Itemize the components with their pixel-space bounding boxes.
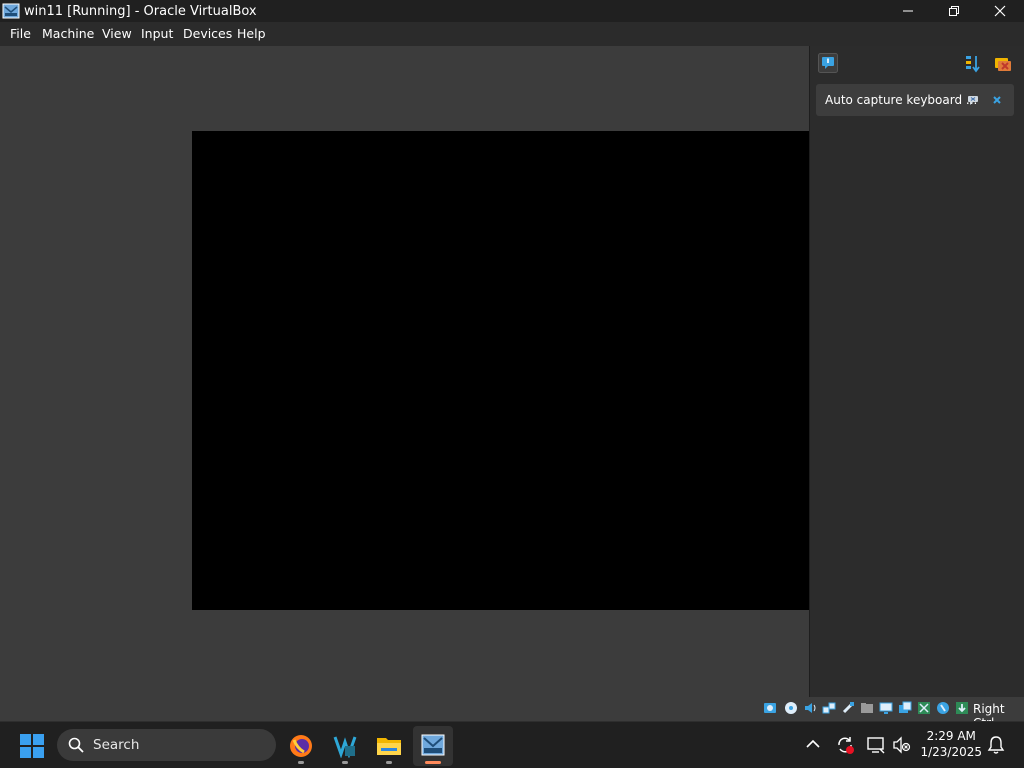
network-display-icon[interactable] xyxy=(866,735,886,755)
mouse-integration-icon[interactable] xyxy=(936,701,950,715)
restore-icon xyxy=(949,6,959,16)
search-icon xyxy=(68,737,84,753)
taskbar-app-virtualbox[interactable] xyxy=(413,726,453,766)
windows-taskbar: Search 2:29 AM 1/23/2025 xyxy=(0,721,1024,768)
network-icon[interactable] xyxy=(822,701,836,715)
shared-folders-icon[interactable] xyxy=(860,701,874,715)
system-clock[interactable]: 2:29 AM 1/23/2025 xyxy=(920,728,982,760)
firefox-icon xyxy=(290,735,312,757)
usb-icon[interactable] xyxy=(841,701,855,715)
keyboard-capture-icon[interactable] xyxy=(955,701,969,715)
audio-icon[interactable] xyxy=(803,701,817,715)
menu-devices[interactable]: Devices xyxy=(183,27,232,41)
running-indicator xyxy=(386,761,392,764)
title-bar: win11 [Running] - Oracle VirtualBox xyxy=(0,0,1024,22)
menu-view[interactable]: View xyxy=(102,27,132,41)
taskbar-app-firefox[interactable] xyxy=(281,726,321,766)
clock-time: 2:29 AM xyxy=(926,729,976,743)
notification-card[interactable]: Auto capture keyboard ... xyxy=(816,84,1014,116)
search-placeholder: Search xyxy=(93,737,140,753)
taskbar-app-file-explorer[interactable] xyxy=(369,726,409,766)
notification-center-panel xyxy=(809,46,1024,697)
chevron-up-icon[interactable] xyxy=(806,739,820,749)
file-explorer-icon xyxy=(377,738,401,755)
vt-x-icon[interactable] xyxy=(917,701,931,715)
minimize-button[interactable] xyxy=(885,0,931,22)
minimize-icon xyxy=(903,10,913,12)
virtualbox-icon xyxy=(421,734,445,756)
window-title: win11 [Running] - Oracle VirtualBox xyxy=(24,4,257,19)
taskbar-app-visual-studio[interactable] xyxy=(325,726,365,766)
virtualbox-icon xyxy=(2,3,20,19)
speaker-muted-icon[interactable] xyxy=(892,735,912,755)
notification-center-icon[interactable] xyxy=(818,53,838,73)
menu-file[interactable]: File xyxy=(10,27,31,41)
hard-disk-icon[interactable] xyxy=(763,701,777,715)
active-indicator xyxy=(425,761,441,764)
close-icon xyxy=(994,5,1006,17)
visual-studio-icon xyxy=(333,736,357,758)
clear-all-icon[interactable] xyxy=(993,54,1013,74)
close-icon[interactable] xyxy=(991,94,1003,106)
windows-start-icon[interactable] xyxy=(20,734,44,758)
optical-drive-icon[interactable] xyxy=(784,701,798,715)
sync-icon[interactable] xyxy=(835,735,855,755)
notification-text: Auto capture keyboard ... xyxy=(825,93,978,107)
running-indicator xyxy=(342,761,348,764)
do-not-show-again-icon[interactable] xyxy=(967,94,979,106)
display-icon[interactable] xyxy=(879,701,893,715)
menu-help[interactable]: Help xyxy=(237,27,266,41)
close-button[interactable] xyxy=(977,0,1023,22)
recording-icon[interactable] xyxy=(898,701,912,715)
vm-status-bar: Right Ctrl xyxy=(0,697,1024,730)
running-indicator xyxy=(298,761,304,764)
bell-icon[interactable] xyxy=(987,735,1005,755)
sort-icon[interactable] xyxy=(963,54,983,74)
menu-machine[interactable]: Machine xyxy=(42,27,94,41)
restore-button[interactable] xyxy=(931,0,977,22)
taskbar-search-box[interactable]: Search xyxy=(57,729,276,761)
clock-date: 1/23/2025 xyxy=(920,745,982,759)
menu-bar: File Machine View Input Devices Help xyxy=(0,22,1024,46)
vm-screen[interactable] xyxy=(192,131,809,610)
menu-input[interactable]: Input xyxy=(141,27,173,41)
